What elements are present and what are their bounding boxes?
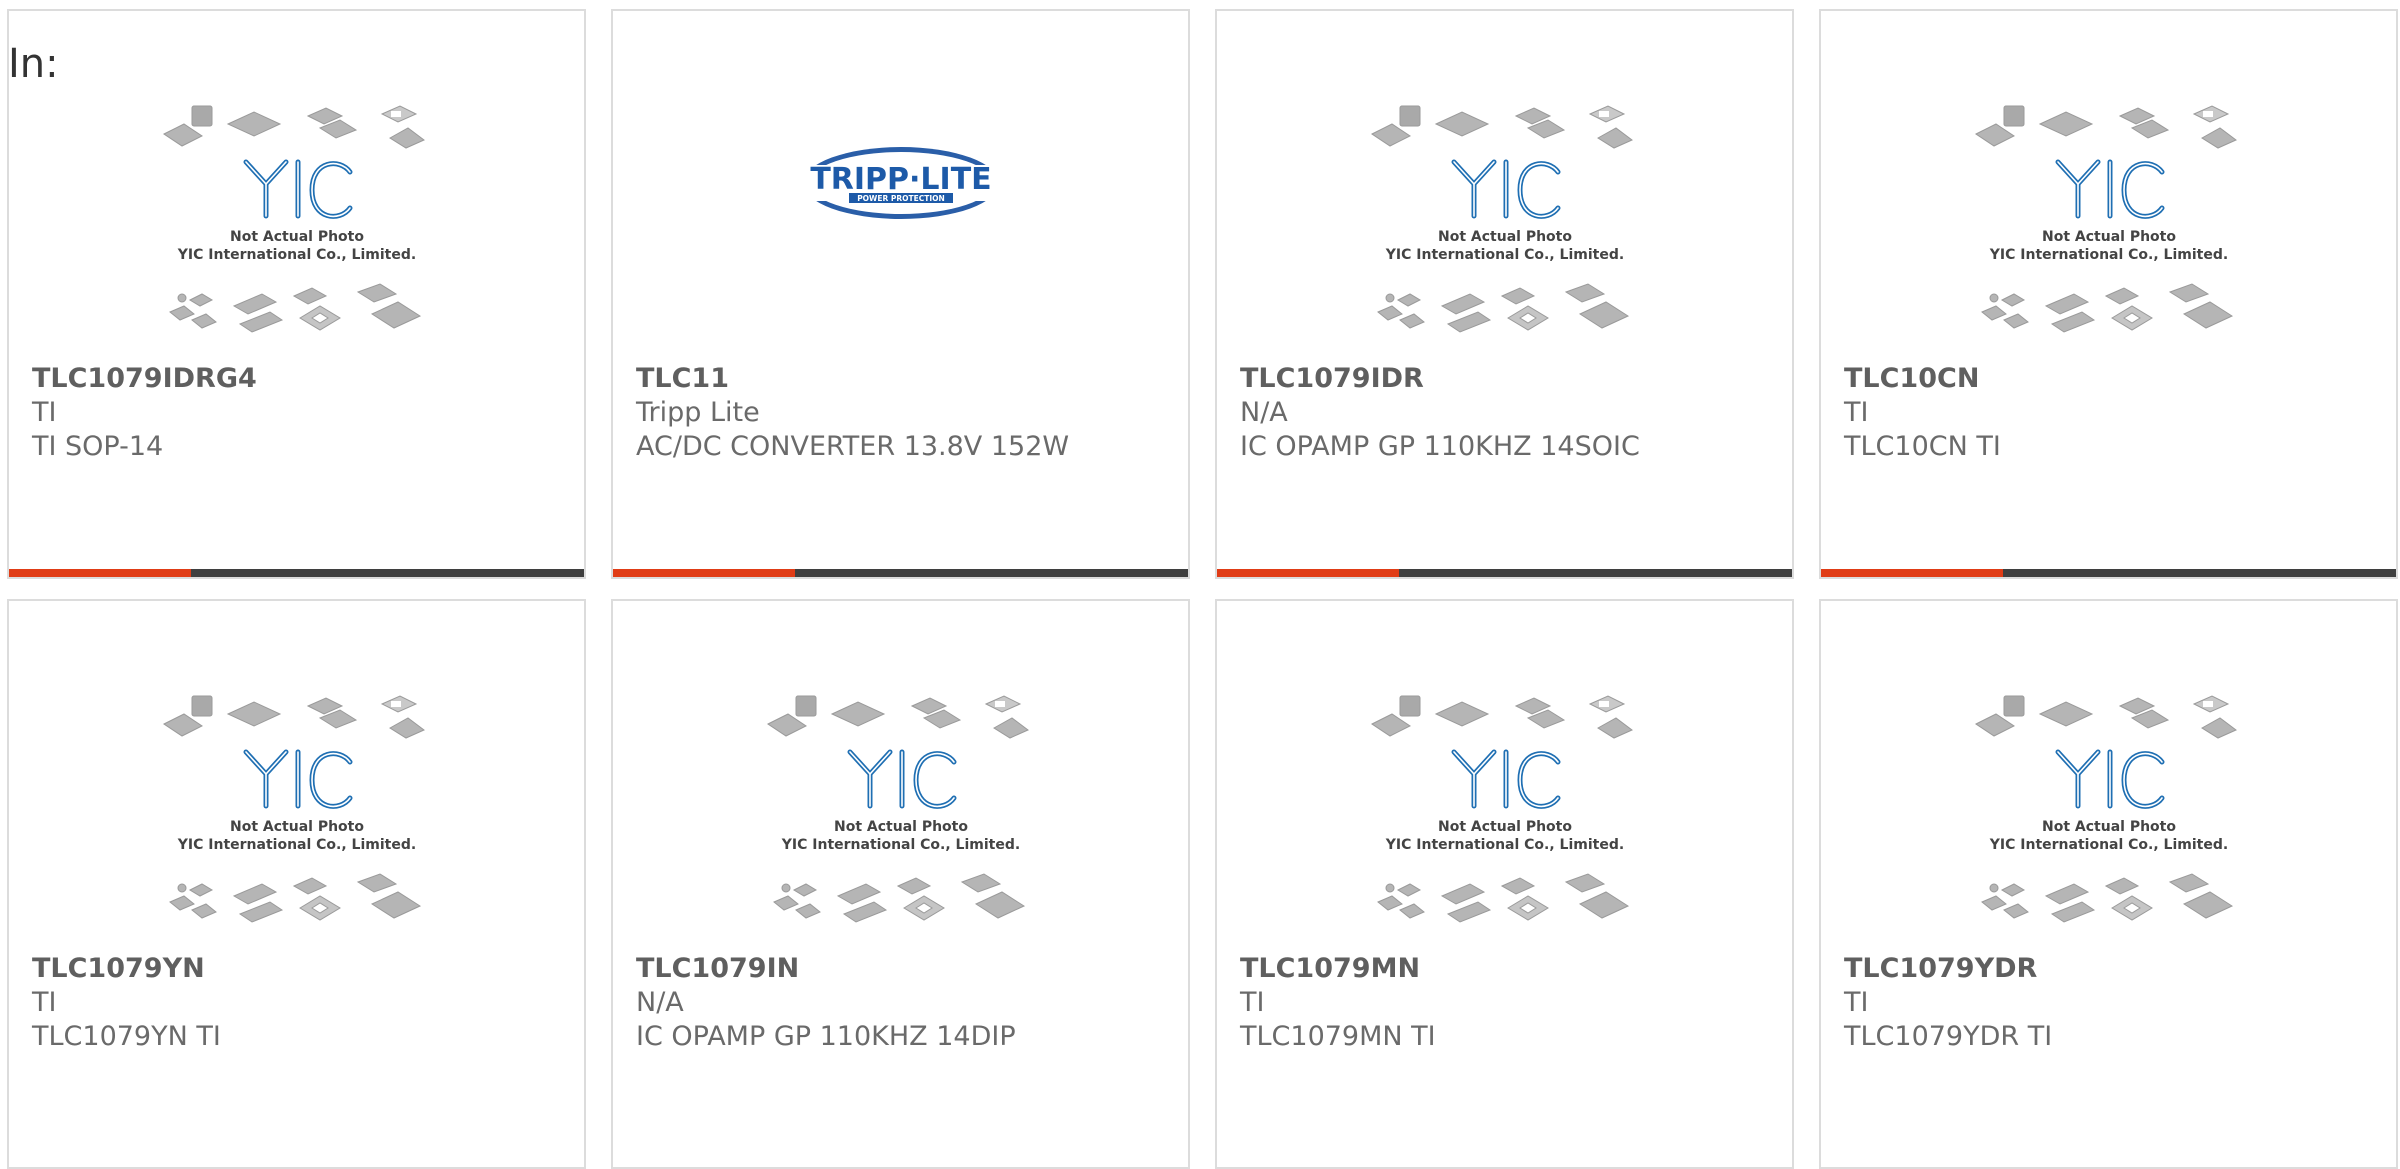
svg-text:TRIPP·LITE: TRIPP·LITE <box>810 162 991 197</box>
placeholder-text-line2: YIC International Co., Limited. <box>1384 247 1623 263</box>
section-label: In: <box>8 41 59 87</box>
product-image[interactable]: TRIPP·LITE POWER PROTECTION <box>613 93 1188 351</box>
description: TI SOP-14 <box>32 431 164 462</box>
product-card[interactable]: Not Actual Photo YIC International Co., … <box>7 599 586 1169</box>
manufacturer: TI <box>32 397 57 428</box>
product-card[interactable]: Not Actual Photo YIC International Co., … <box>1215 9 1794 579</box>
yic-placeholder-image: Not Actual Photo YIC International Co., … <box>1370 695 1633 923</box>
placeholder-text-line2: YIC International Co., Limited. <box>1988 247 2227 263</box>
placeholder-text-line1: Not Actual Photo <box>2042 229 2176 245</box>
part-number[interactable]: TLC11 <box>636 363 729 394</box>
yic-placeholder-image: Not Actual Photo YIC International Co., … <box>1974 105 2237 333</box>
product-image[interactable]: Not Actual Photo YIC International Co., … <box>613 683 1188 941</box>
description: TLC10CN TI <box>1844 431 2001 462</box>
manufacturer: TI <box>1844 397 1869 428</box>
manufacturer: N/A <box>1240 397 1288 428</box>
card-accent-bar <box>1217 569 1792 577</box>
product-image[interactable]: Not Actual Photo YIC International Co., … <box>1217 683 1792 941</box>
placeholder-text-line1: Not Actual Photo <box>2042 819 2176 835</box>
placeholder-text-line2: YIC International Co., Limited. <box>780 837 1019 853</box>
placeholder-text-line2: YIC International Co., Limited. <box>176 247 415 263</box>
yic-placeholder-image: Not Actual Photo YIC International Co., … <box>162 695 425 923</box>
part-number[interactable]: TLC1079IDR <box>1240 363 1424 394</box>
part-number[interactable]: TLC1079IDRG4 <box>32 363 257 394</box>
description: IC OPAMP GP 110KHZ 14DIP <box>636 1021 1016 1052</box>
product-card[interactable]: Not Actual Photo YIC International Co., … <box>1215 599 1794 1169</box>
yic-placeholder-image: Not Actual Photo YIC International Co., … <box>1370 105 1633 333</box>
tripp-lite-logo: TRIPP·LITE POWER PROTECTION <box>802 147 999 219</box>
manufacturer: TI <box>1844 987 1869 1018</box>
part-number[interactable]: TLC1079MN <box>1240 953 1420 984</box>
product-image[interactable]: Not Actual Photo YIC International Co., … <box>1821 93 2396 351</box>
manufacturer: TI <box>1240 987 1265 1018</box>
placeholder-text-line2: YIC International Co., Limited. <box>1384 837 1623 853</box>
manufacturer: N/A <box>636 987 684 1018</box>
product-card[interactable]: Not Actual Photo YIC International Co., … <box>7 9 586 579</box>
product-grid: Not Actual Photo YIC International Co., … <box>0 0 2400 1169</box>
product-card[interactable]: TRIPP·LITE POWER PROTECTION TLC11 Tripp … <box>611 9 1190 579</box>
product-image[interactable]: Not Actual Photo YIC International Co., … <box>9 683 584 941</box>
product-image[interactable]: Not Actual Photo YIC International Co., … <box>1821 683 2396 941</box>
product-card[interactable]: Not Actual Photo YIC International Co., … <box>611 599 1190 1169</box>
yic-placeholder-image: Not Actual Photo YIC International Co., … <box>162 105 425 333</box>
product-image[interactable]: Not Actual Photo YIC International Co., … <box>9 93 584 351</box>
manufacturer: Tripp Lite <box>636 397 760 428</box>
card-accent-bar <box>9 569 584 577</box>
card-accent-bar <box>1821 569 2396 577</box>
card-accent-bar <box>613 569 1188 577</box>
manufacturer: TI <box>32 987 57 1018</box>
placeholder-text-line1: Not Actual Photo <box>834 819 968 835</box>
yic-placeholder-image: Not Actual Photo YIC International Co., … <box>766 695 1029 923</box>
description: AC/DC CONVERTER 13.8V 152W <box>636 431 1070 462</box>
product-card[interactable]: Not Actual Photo YIC International Co., … <box>1819 9 2398 579</box>
description: TLC1079MN TI <box>1240 1021 1436 1052</box>
placeholder-text-line1: Not Actual Photo <box>230 819 364 835</box>
product-image[interactable]: Not Actual Photo YIC International Co., … <box>1217 93 1792 351</box>
part-number[interactable]: TLC1079YDR <box>1844 953 2037 984</box>
part-number[interactable]: TLC10CN <box>1844 363 1979 394</box>
placeholder-text-line1: Not Actual Photo <box>1438 229 1572 245</box>
part-number[interactable]: TLC1079IN <box>636 953 799 984</box>
placeholder-text-line2: YIC International Co., Limited. <box>1988 837 2227 853</box>
yic-placeholder-image: Not Actual Photo YIC International Co., … <box>1974 695 2237 923</box>
description: TLC1079YN TI <box>32 1021 221 1052</box>
placeholder-text-line1: Not Actual Photo <box>230 229 364 245</box>
placeholder-text-line1: Not Actual Photo <box>1438 819 1572 835</box>
description: TLC1079YDR TI <box>1844 1021 2053 1052</box>
svg-text:POWER PROTECTION: POWER PROTECTION <box>857 194 945 203</box>
product-card[interactable]: Not Actual Photo YIC International Co., … <box>1819 599 2398 1169</box>
description: IC OPAMP GP 110KHZ 14SOIC <box>1240 431 1640 462</box>
part-number[interactable]: TLC1079YN <box>32 953 205 984</box>
placeholder-text-line2: YIC International Co., Limited. <box>176 837 415 853</box>
